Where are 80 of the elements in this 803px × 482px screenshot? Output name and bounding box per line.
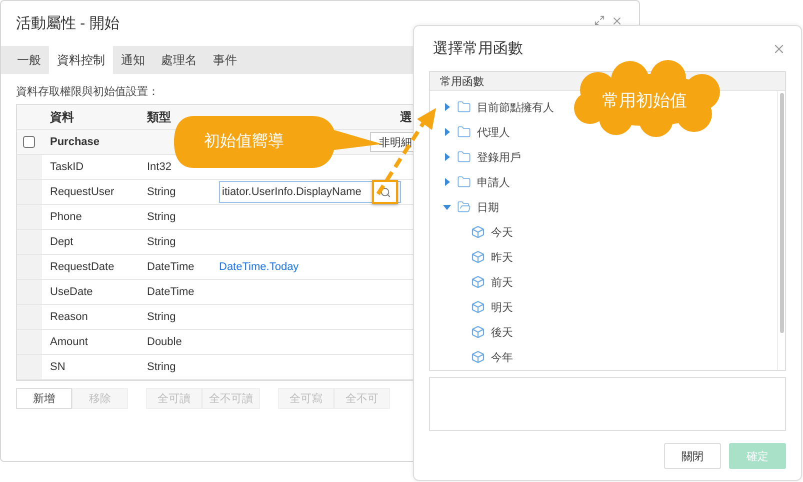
tree-item[interactable]: 目前節點擁有人: [443, 95, 554, 119]
window-title: 活動屬性 - 開始: [16, 14, 120, 33]
table-cell-text: String: [146, 236, 177, 248]
column-header: 選: [399, 108, 413, 126]
checkbox[interactable]: [23, 136, 35, 148]
table-cell-text: DateTime: [146, 286, 196, 298]
cube-icon: [472, 226, 484, 238]
dialog-button[interactable]: 關閉: [664, 443, 721, 469]
initial-value-field[interactable]: itiator.UserInfo.DisplayName: [219, 181, 401, 203]
table-cell-text: TaskID: [49, 161, 85, 173]
table-cell-text: String: [146, 311, 177, 323]
folder-icon: [457, 150, 471, 164]
section-label: 資料存取權限與初始值設置：: [16, 84, 160, 99]
folder-open-icon: [457, 200, 471, 214]
table-cell-text: Double: [146, 336, 183, 348]
tree-item-label: 申請人: [477, 176, 510, 190]
initial-value-link[interactable]: DateTime.Today: [211, 261, 414, 273]
table-cell-text: UseDate: [49, 286, 94, 298]
cube-icon: [472, 326, 484, 338]
dialog-title: 選擇常用函數: [433, 39, 523, 58]
tree-item-label: 代理人: [477, 126, 510, 140]
tab[interactable]: 一般: [9, 46, 49, 74]
table-cell-text: Int32: [146, 161, 172, 173]
tree-item[interactable]: 代理人: [443, 120, 510, 144]
table-cell-text: DateTime: [146, 261, 196, 273]
table-cell-text: Amount: [49, 336, 89, 348]
caret-icon[interactable]: [443, 128, 451, 136]
tree-item[interactable]: 前天: [471, 270, 513, 294]
folder-icon: [457, 125, 471, 139]
table-cell-text: SN: [49, 361, 66, 373]
table-cell-text: RequestDate: [49, 261, 116, 273]
tree-item-label: 前天: [491, 276, 513, 290]
caret-icon[interactable]: [443, 203, 451, 211]
caret-icon[interactable]: [443, 103, 451, 111]
maximize-icon[interactable]: [594, 15, 605, 26]
folder-icon: [457, 100, 471, 114]
table-cell-text: Dept: [49, 236, 74, 248]
tree-item-label: 今年: [491, 350, 513, 364]
table-cell-text: Phone: [49, 211, 83, 223]
cube-icon: [472, 276, 484, 288]
table-cell-text: String: [146, 186, 177, 198]
tree-item[interactable]: 日期: [443, 195, 499, 219]
tree-item-label: 後天: [491, 326, 513, 340]
tree-item-label: 明天: [491, 300, 513, 314]
tree-item[interactable]: 後天: [471, 320, 513, 344]
cube-icon: [472, 350, 484, 364]
table-cell-text: Purchase: [49, 136, 101, 148]
tree-item[interactable]: 今天: [471, 220, 513, 244]
tree-item[interactable]: 明天: [471, 295, 513, 319]
column-header: 資料: [49, 108, 75, 126]
table-cell-text: String: [146, 361, 177, 373]
callout-text: 常用初始值: [602, 90, 687, 112]
tree-item-label: 日期: [477, 200, 499, 214]
tree-item-label: 昨天: [491, 250, 513, 264]
tree-item-label: 目前節點擁有人: [477, 100, 554, 114]
caret-icon[interactable]: [443, 153, 451, 161]
tree-item-label: 今天: [491, 226, 513, 240]
folder-icon: [457, 175, 471, 189]
close-icon[interactable]: [611, 15, 623, 27]
table-cell-text: Reason: [49, 311, 89, 323]
table-cell-text: RequestUser: [49, 186, 116, 198]
search-button[interactable]: [372, 180, 398, 204]
tab[interactable]: 資料控制: [49, 46, 113, 74]
tab[interactable]: 通知: [113, 46, 153, 74]
tree-item[interactable]: 昨天: [471, 245, 513, 269]
tree-item[interactable]: 申請人: [443, 170, 510, 194]
tab[interactable]: 處理名: [153, 46, 205, 74]
scrollbar[interactable]: [777, 91, 785, 370]
cube-icon: [472, 300, 484, 314]
table-cell-text: String: [146, 211, 177, 223]
tab[interactable]: 事件: [205, 46, 245, 74]
caret-icon[interactable]: [443, 178, 451, 186]
action-button[interactable]: 新增: [16, 388, 72, 409]
tree-item[interactable]: 登錄用戶: [443, 145, 521, 169]
tree-item[interactable]: 今年: [471, 345, 513, 369]
column-header: 類型: [146, 108, 172, 126]
cube-icon: [472, 250, 484, 264]
search-icon: [380, 186, 390, 198]
tree-item-label: 登錄用戶: [477, 150, 521, 164]
callout-text: 初始值嚮導: [204, 132, 284, 152]
